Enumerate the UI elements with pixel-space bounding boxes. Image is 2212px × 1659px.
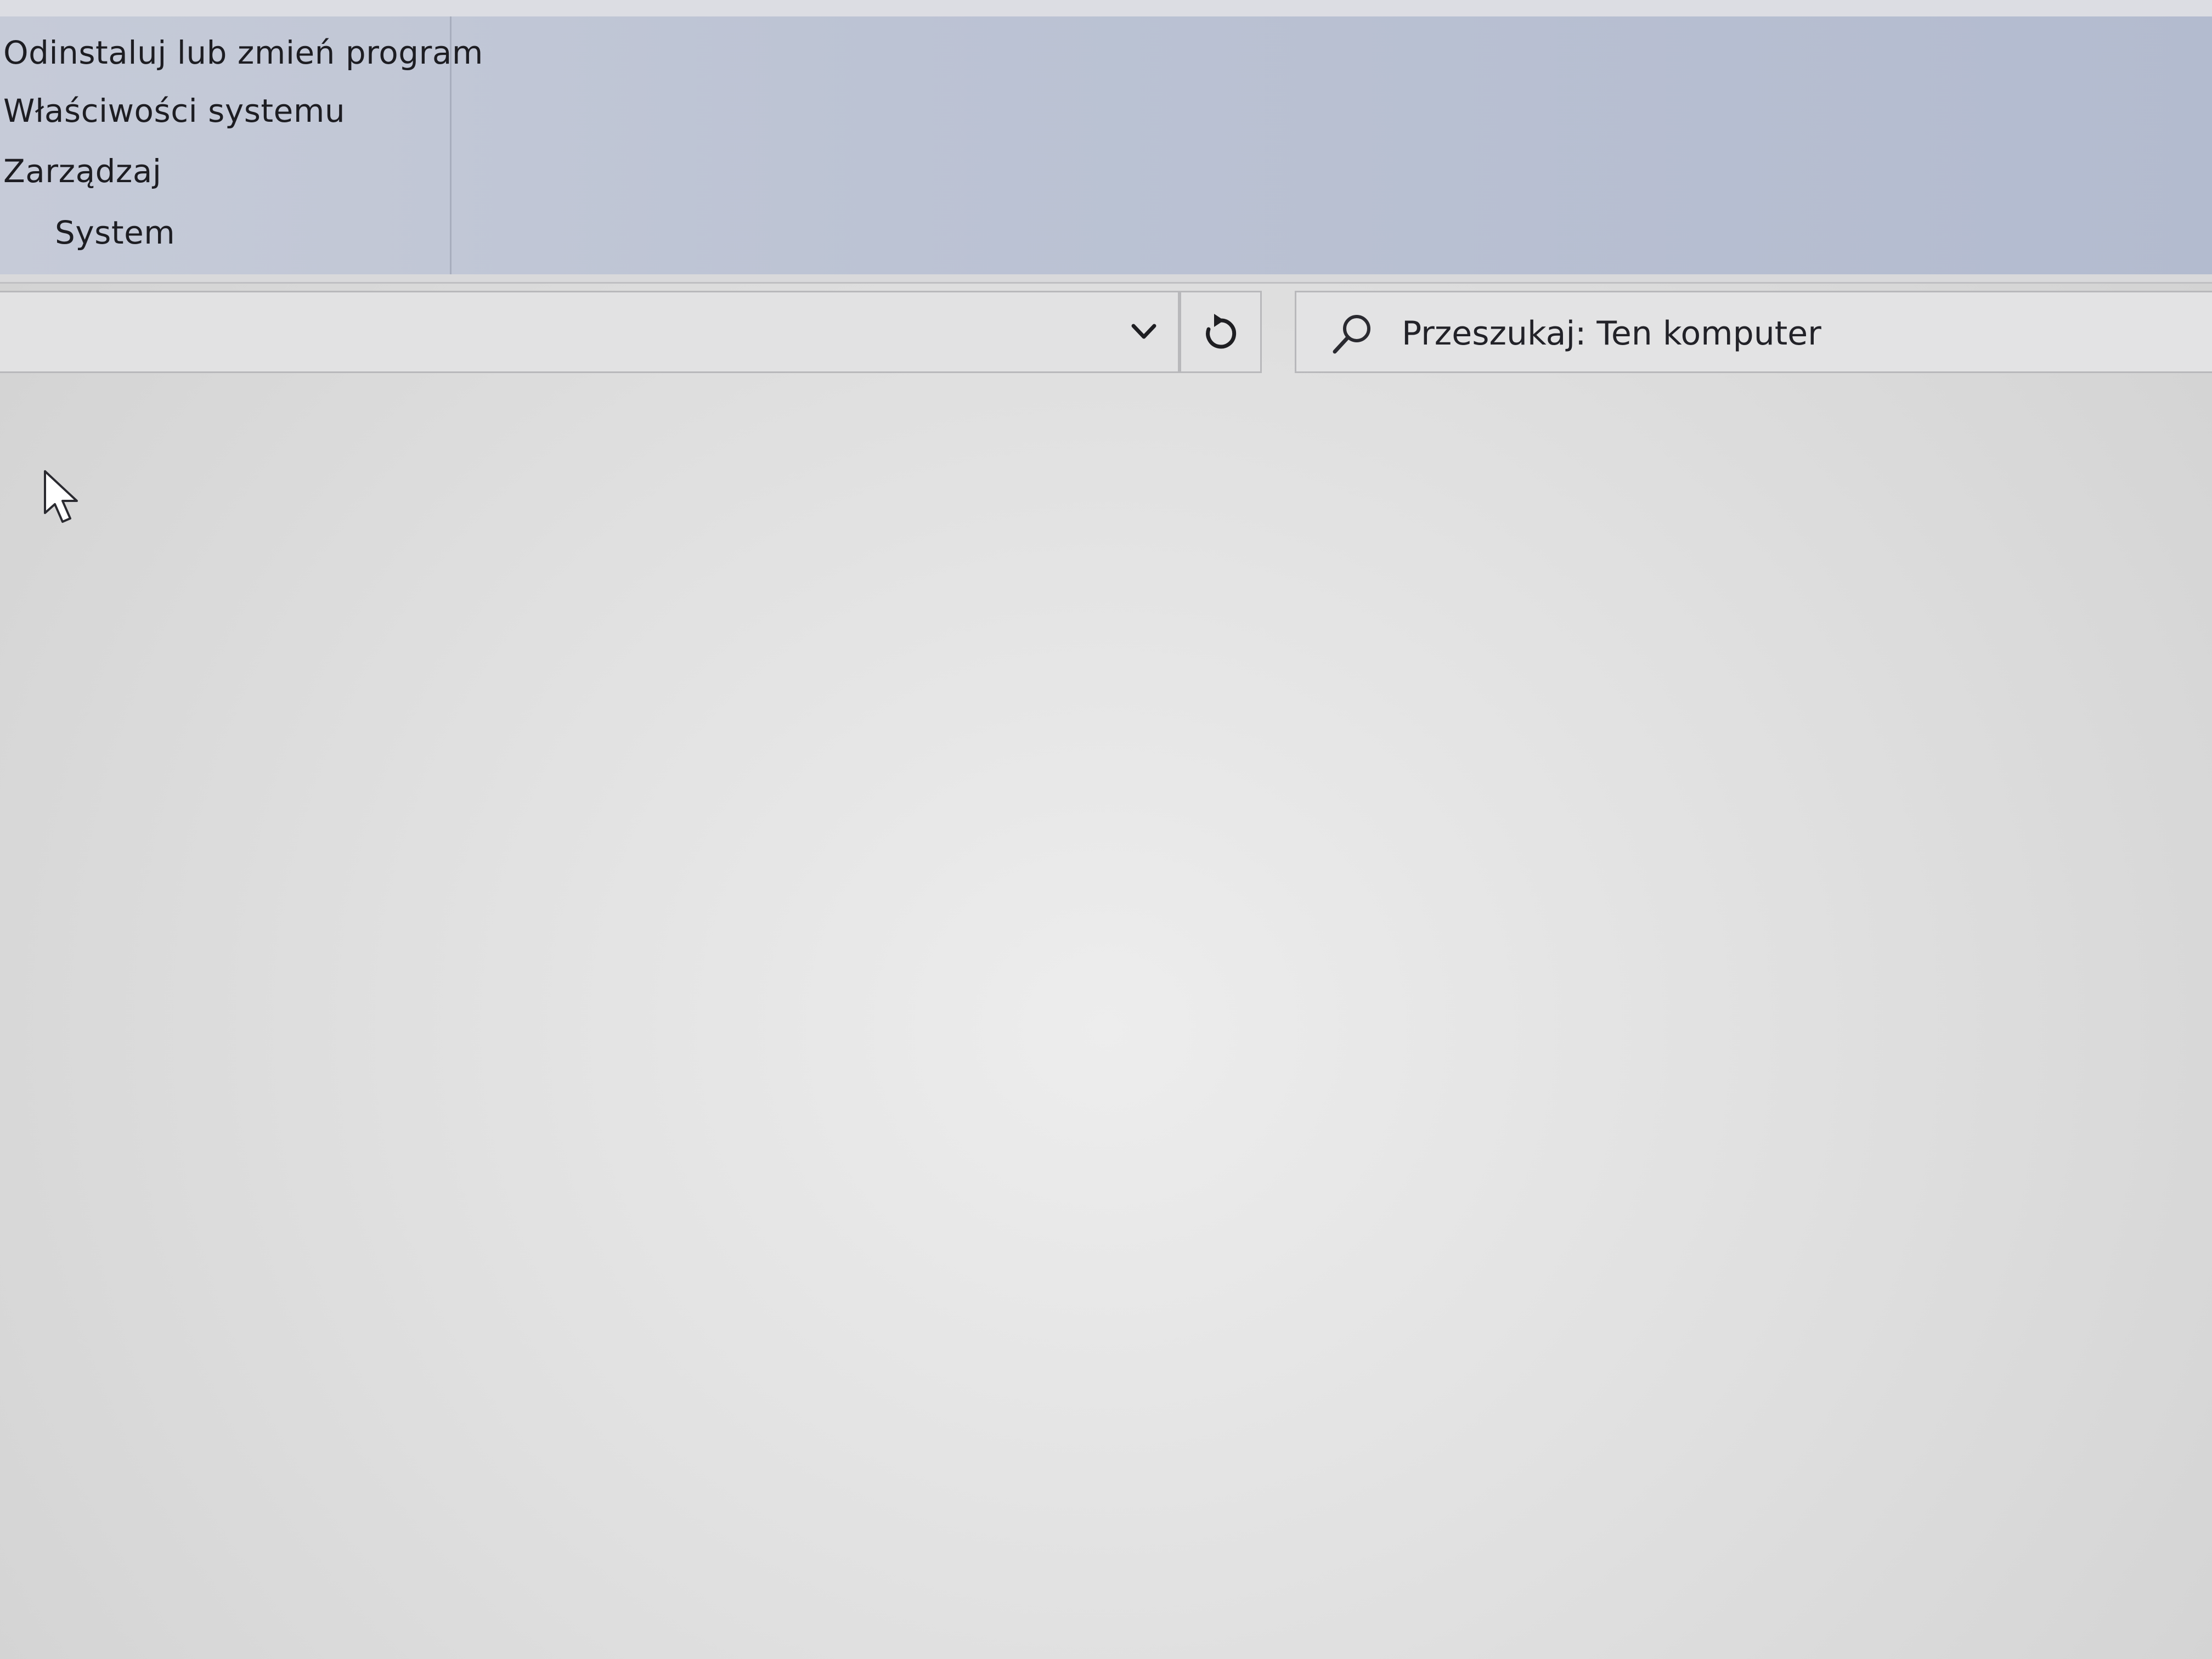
mouse-cursor-icon bbox=[44, 470, 78, 523]
search-icon bbox=[1329, 310, 1376, 357]
address-bar[interactable] bbox=[0, 291, 1180, 373]
address-dropdown-button[interactable] bbox=[1108, 292, 1180, 371]
ribbon-divider bbox=[0, 274, 2212, 284]
title-bar-edge bbox=[0, 0, 2212, 18]
search-input[interactable]: Przeszukaj: Ten komputer bbox=[1402, 314, 1821, 353]
refresh-icon bbox=[1206, 314, 1237, 349]
ribbon-group-label-system: System bbox=[55, 214, 176, 251]
ribbon-item-system-properties[interactable]: Właściwości systemu bbox=[3, 92, 345, 129]
file-list-area[interactable] bbox=[0, 373, 2212, 1659]
ribbon-item-manage[interactable]: Zarządzaj bbox=[3, 153, 162, 190]
chevron-down-icon bbox=[1131, 324, 1156, 339]
ribbon: Odinstaluj lub zmień program Właściwości… bbox=[0, 16, 2212, 276]
ribbon-group-system: Odinstaluj lub zmień program Właściwości… bbox=[0, 16, 483, 274]
ribbon-item-uninstall-program[interactable]: Odinstaluj lub zmień program bbox=[3, 34, 483, 71]
refresh-button[interactable] bbox=[1180, 291, 1262, 373]
search-box[interactable]: Przeszukaj: Ten komputer bbox=[1295, 291, 2212, 373]
